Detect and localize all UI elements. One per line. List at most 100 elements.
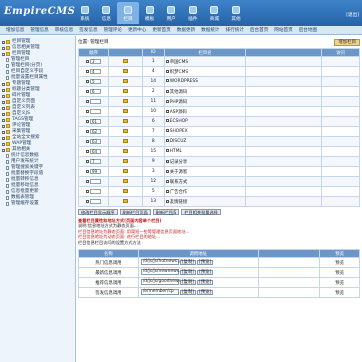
row-select-checkbox[interactable]	[165, 179, 169, 183]
row-checkbox[interactable]	[85, 109, 89, 113]
subnav-link[interactable]: 管理评论	[104, 27, 122, 33]
bulk-op-button[interactable]: 刷新栏目页面	[119, 209, 151, 215]
row-select-checkbox[interactable]	[165, 59, 169, 63]
copy-button[interactable]: [复制]	[179, 279, 197, 285]
row-select-checkbox[interactable]	[165, 139, 169, 142]
order-input[interactable]: 64	[89, 148, 101, 154]
order-input[interactable]	[89, 198, 101, 204]
subnav-link[interactable]: 排行统计	[226, 27, 244, 33]
subnav-link[interactable]: 后台首页	[250, 27, 268, 33]
expand-toggle-icon[interactable]	[2, 112, 5, 116]
subnav-link[interactable]: 数据统计	[201, 27, 219, 33]
file-view-cell[interactable]: 预览	[319, 287, 360, 299]
row-select-checkbox[interactable]	[165, 149, 169, 152]
row-select-checkbox[interactable]	[165, 119, 169, 122]
column-name-link[interactable]: ECSHOP	[170, 119, 188, 124]
row-select-checkbox[interactable]	[165, 89, 169, 93]
row-select-checkbox[interactable]	[165, 79, 169, 82]
column-name-link[interactable]: 帝国CMS	[170, 60, 188, 65]
column-name-link[interactable]: DISCUZ	[170, 139, 187, 144]
order-input[interactable]	[89, 178, 101, 184]
column-name-link[interactable]: 广告合作	[170, 190, 188, 195]
row-checkbox[interactable]	[85, 59, 89, 63]
column-name-link[interactable]: 其他源码	[170, 90, 188, 95]
column-name-link[interactable]: SHOPEX	[170, 129, 188, 134]
bulk-op-button[interactable]: 修改栏目显示顺序	[78, 209, 118, 215]
expand-toggle-icon[interactable]	[2, 88, 5, 92]
add-column-button[interactable]: 增加栏目	[334, 38, 360, 46]
row-checkbox[interactable]	[85, 139, 89, 143]
column-name-link[interactable]: 关于源客	[170, 170, 188, 175]
expand-toggle-icon[interactable]	[2, 100, 5, 104]
row-checkbox[interactable]	[85, 79, 89, 83]
top-nav-0[interactable]: 系统	[74, 2, 96, 24]
expand-toggle-icon[interactable]	[2, 148, 5, 152]
column-name-link[interactable]: 记录分享	[170, 160, 188, 165]
logout-link[interactable]: [退出]	[346, 12, 359, 18]
column-name-link[interactable]: HTML	[170, 149, 182, 154]
expand-toggle-icon[interactable]	[2, 130, 5, 134]
row-select-checkbox[interactable]	[165, 129, 169, 132]
row-checkbox[interactable]	[85, 169, 89, 173]
subnav-link[interactable]: 管理信息	[30, 27, 48, 33]
bulk-op-button[interactable]: 栏目相关批量选择	[181, 209, 221, 215]
copy-button[interactable]: [复制]	[179, 269, 197, 275]
expand-toggle-icon[interactable]	[2, 82, 5, 86]
row-select-checkbox[interactable]	[165, 189, 169, 193]
copy-button[interactable]: [复制]	[179, 289, 197, 295]
row-checkbox[interactable]	[85, 89, 89, 93]
subnav-link[interactable]: 签发信息	[79, 27, 97, 33]
row-checkbox[interactable]	[85, 199, 89, 203]
path-input[interactable]: /e/member/cp	[140, 289, 179, 295]
order-input[interactable]: 6	[89, 88, 101, 94]
order-input[interactable]: 7	[89, 158, 101, 164]
row-checkbox[interactable]	[85, 119, 89, 123]
sidebar-item[interactable]: 管理缓存设置	[2, 201, 73, 207]
column-name-link[interactable]: 织梦CMS	[170, 70, 188, 75]
expand-toggle-icon[interactable]	[2, 40, 5, 44]
top-nav-3[interactable]: 模板	[139, 2, 161, 24]
preview-button[interactable]: [预览]	[197, 269, 214, 275]
expand-toggle-icon[interactable]	[2, 94, 5, 98]
order-input[interactable]	[89, 188, 101, 194]
expand-toggle-icon[interactable]	[2, 142, 5, 146]
row-select-checkbox[interactable]	[165, 99, 169, 103]
subnav-link[interactable]: 更新中心	[128, 27, 146, 33]
path-input[interactable]: /d/js/js/newnews.js	[140, 269, 184, 275]
subnav-link[interactable]: 后台地图	[299, 27, 317, 33]
expand-toggle-icon[interactable]	[2, 46, 5, 50]
expand-toggle-icon[interactable]	[2, 118, 5, 122]
expand-toggle-icon[interactable]	[2, 52, 5, 56]
column-name-link[interactable]: WORDPRESS	[170, 79, 198, 84]
column-name-link[interactable]: 友情链接	[170, 200, 188, 205]
subnav-link[interactable]: 增加信息	[6, 27, 24, 33]
subnav-link[interactable]: 网站首页	[274, 27, 292, 33]
order-input[interactable]: 4	[89, 68, 101, 74]
file-view-cell[interactable]: 预览	[319, 277, 360, 289]
copy-button[interactable]: [复制]	[179, 259, 197, 265]
order-input[interactable]	[89, 108, 101, 114]
row-select-checkbox[interactable]	[165, 199, 169, 203]
subnav-link[interactable]: 更新首页	[152, 27, 170, 33]
top-nav-6[interactable]: 商城	[204, 2, 226, 24]
order-input[interactable]: 3	[89, 58, 101, 64]
row-select-checkbox[interactable]	[165, 109, 169, 113]
order-input[interactable]: 63	[89, 138, 101, 144]
top-nav-4[interactable]: 用户	[160, 2, 182, 24]
path-input[interactable]: /d/js/js/hotnews.js	[140, 259, 182, 265]
row-checkbox[interactable]	[85, 149, 89, 153]
column-name-link[interactable]: ASP源码	[170, 110, 187, 115]
expand-toggle-icon[interactable]	[2, 124, 5, 128]
row-select-checkbox[interactable]	[165, 69, 169, 73]
bulk-op-button[interactable]: 刷新栏目JS	[152, 209, 180, 215]
preview-button[interactable]: [预览]	[197, 289, 214, 295]
row-select-checkbox[interactable]	[165, 169, 169, 173]
file-view-cell[interactable]: 预览	[319, 267, 360, 279]
top-nav-7[interactable]: 其他	[225, 2, 247, 24]
path-input[interactable]: /d/js/js/goodnews.js	[140, 279, 186, 285]
order-input[interactable]: 61	[89, 118, 101, 124]
row-checkbox[interactable]	[85, 129, 89, 133]
subnav-link[interactable]: 数据更新	[177, 27, 195, 33]
column-name-link[interactable]: 联系方式	[170, 180, 188, 185]
row-checkbox[interactable]	[85, 189, 89, 193]
